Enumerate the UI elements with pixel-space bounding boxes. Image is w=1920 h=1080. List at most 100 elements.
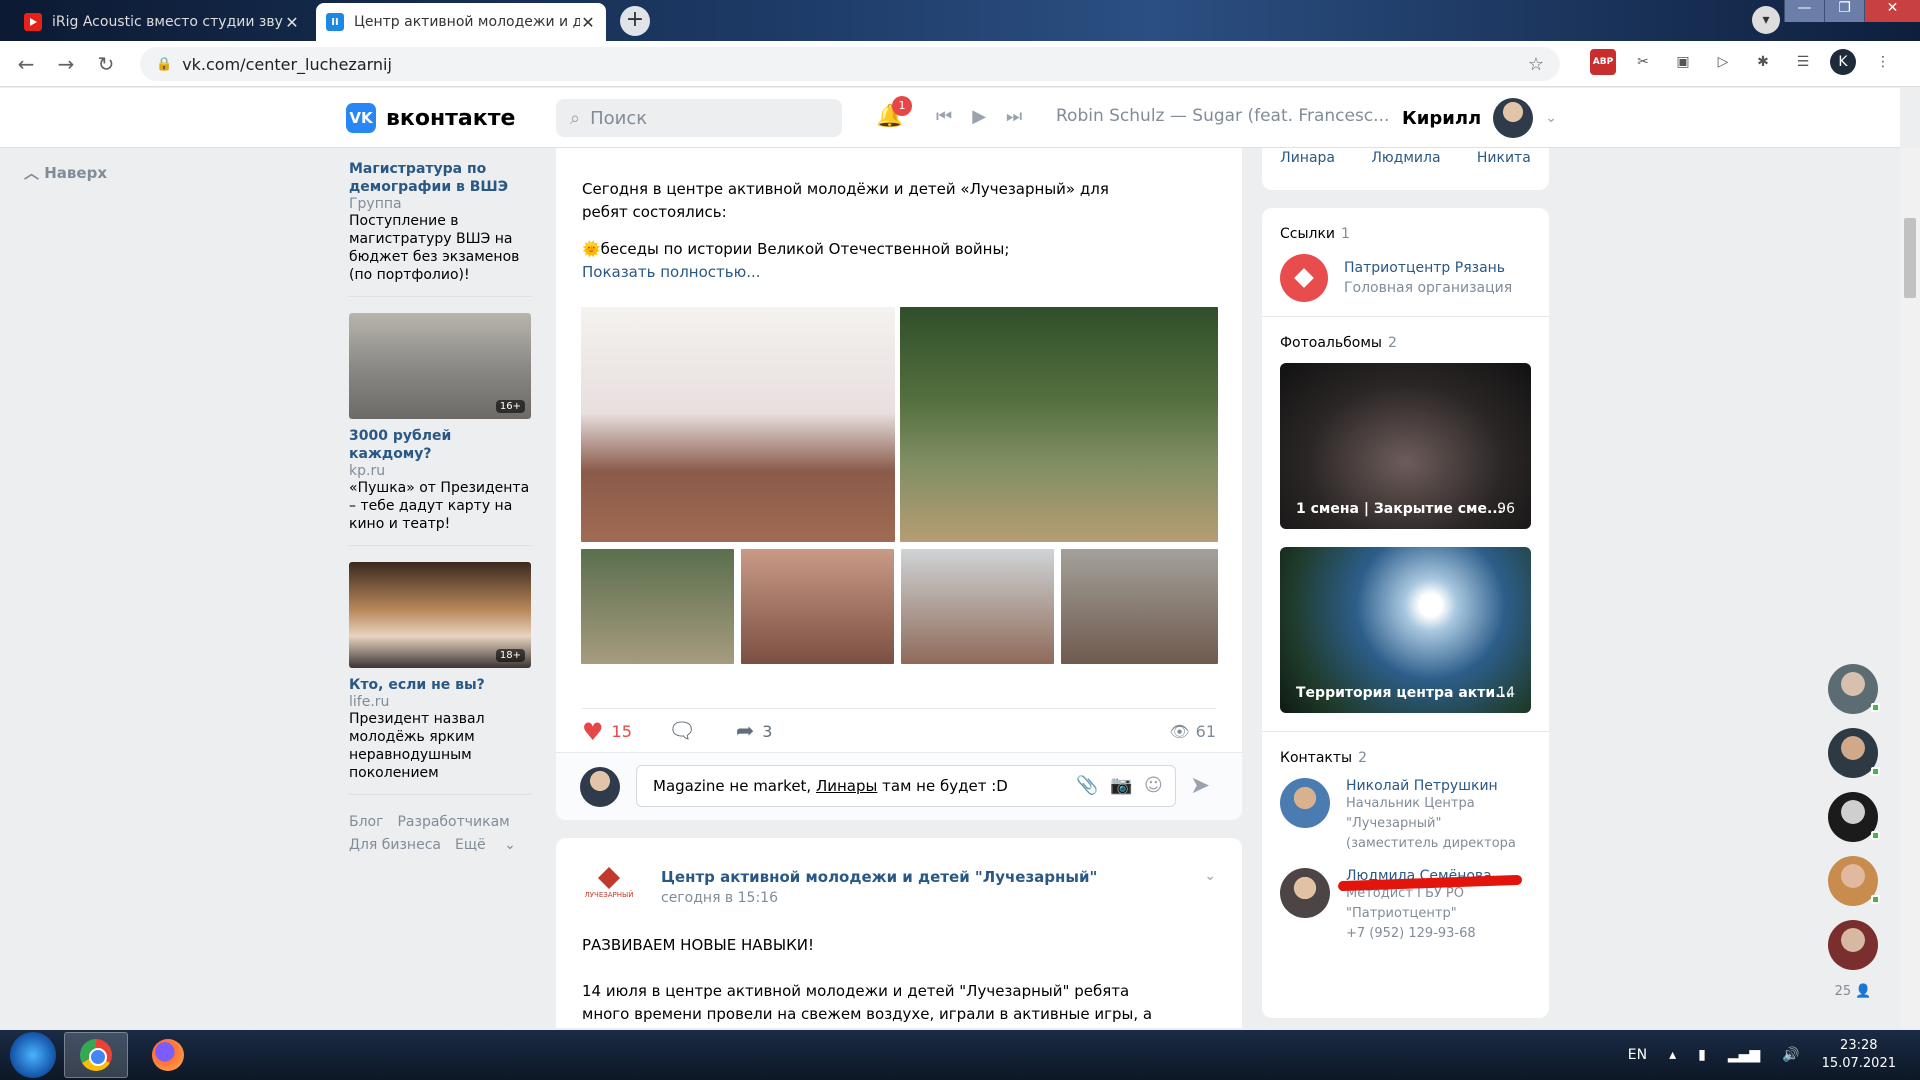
footer-link-dev[interactable]: Разработчикам	[397, 814, 509, 830]
chevron-down-icon[interactable]: ▾	[1752, 6, 1780, 34]
reload-button[interactable]: ↻	[86, 52, 126, 76]
post-author[interactable]: Центр активной молодежи и детей "Лучезар…	[661, 868, 1097, 886]
shares-count[interactable]: 3	[762, 722, 772, 741]
comment-icon[interactable]: 🗨	[668, 719, 696, 744]
current-track[interactable]: Robin Schulz — Sugar (feat. Francesc...	[1056, 106, 1389, 126]
ad-item[interactable]: 18+ Кто, если не вы? life.ru Президент н…	[349, 562, 531, 795]
member-name[interactable]: Линара	[1280, 150, 1335, 166]
language-indicator[interactable]: EN	[1628, 1047, 1647, 1063]
share-icon[interactable]: ➦	[736, 719, 754, 744]
contact-item[interactable]: Людмила Семёнова Методист ГБУ РО "Патрио…	[1262, 860, 1549, 950]
footer-link-blog[interactable]: Блог	[349, 814, 383, 830]
play-extension-icon[interactable]: ▷	[1710, 49, 1736, 75]
ad-title[interactable]: Магистратура по демографии в ВШЭ	[349, 160, 531, 196]
post-photo[interactable]	[901, 549, 1054, 664]
extension-icon[interactable]: ✂	[1630, 49, 1656, 75]
ad-title[interactable]: 3000 рублей каждому?	[349, 427, 531, 463]
friend-avatar[interactable]	[1828, 664, 1880, 714]
footer-link-more[interactable]: Ещё ⌄	[455, 837, 516, 853]
post-photo[interactable]	[741, 549, 894, 664]
likes-count[interactable]: 15	[612, 722, 632, 741]
contacts-header[interactable]: Контакты 2	[1262, 732, 1549, 766]
avatar[interactable]	[1280, 778, 1330, 828]
photo-album[interactable]: 1 смена | Закрытие сме... 96	[1280, 363, 1531, 529]
member-name[interactable]: Никита	[1477, 150, 1531, 166]
ad-item[interactable]: 16+ 3000 рублей каждому? kp.ru «Пушка» о…	[349, 313, 531, 546]
youtube-icon	[24, 13, 42, 31]
back-button[interactable]: ←	[6, 52, 46, 76]
close-window-button[interactable]: ✕	[1864, 0, 1920, 22]
avatar[interactable]	[1280, 868, 1330, 918]
emoji-icon[interactable]: ☺	[1144, 775, 1163, 796]
reading-list-icon[interactable]: ☰	[1790, 49, 1816, 75]
ad-image[interactable]: 16+	[349, 313, 531, 419]
footer-link-business[interactable]: Для бизнеса	[349, 837, 441, 853]
friend-avatar[interactable]	[1828, 728, 1880, 778]
tab-youtube[interactable]: iRig Acoustic вместо студии звукозаписи …	[14, 3, 310, 41]
maximize-button[interactable]: ❐	[1824, 0, 1864, 22]
adblock-icon[interactable]: ABP	[1590, 49, 1616, 75]
taskbar-firefox[interactable]	[136, 1032, 200, 1078]
next-track-icon[interactable]: ⏭	[1006, 106, 1022, 127]
show-more-link[interactable]: Показать полностью...	[582, 261, 1216, 284]
ad-title[interactable]: Кто, если не вы?	[349, 676, 531, 694]
links-header[interactable]: Ссылки 1	[1262, 208, 1549, 242]
menu-icon[interactable]: ⋮	[1870, 49, 1896, 75]
link-item[interactable]: Патриотцентр Рязань Головная организация	[1262, 242, 1549, 316]
post-photo[interactable]	[1061, 549, 1218, 664]
ad-image[interactable]: 18+	[349, 562, 531, 668]
lock-icon[interactable]: 🔒	[156, 57, 172, 72]
link-name[interactable]: Патриотцентр Рязань	[1344, 260, 1512, 276]
new-tab-button[interactable]: +	[620, 6, 650, 36]
play-icon[interactable]: ▶	[972, 106, 986, 127]
contact-item[interactable]: Николай Петрушкин Начальник Центра "Луче…	[1262, 766, 1549, 860]
url-text[interactable]: vk.com/center_luchezarnij	[182, 55, 392, 74]
volume-icon[interactable]: 🔊	[1782, 1047, 1799, 1063]
pdf-extension-icon[interactable]: ▣	[1670, 49, 1696, 75]
battery-icon[interactable]: ▮	[1698, 1047, 1706, 1063]
friend-avatar[interactable]	[1828, 920, 1878, 970]
friend-avatar[interactable]	[1828, 856, 1880, 906]
friend-avatar[interactable]	[1828, 792, 1880, 842]
profile-avatar[interactable]: K	[1830, 49, 1856, 75]
user-menu[interactable]: Кирилл ⌄	[1402, 98, 1557, 138]
post-photo[interactable]	[900, 307, 1218, 542]
contact-name[interactable]: Николай Петрушкин	[1346, 778, 1516, 794]
post-text-line: Сегодня в центре активной молодёжи и дет…	[582, 180, 1109, 221]
address-bar[interactable]: 🔒 vk.com/center_luchezarnij ☆	[140, 47, 1560, 81]
post-photo[interactable]	[581, 307, 895, 542]
taskbar-chrome[interactable]	[64, 1032, 128, 1078]
close-icon[interactable]: ✕	[580, 13, 596, 32]
notifications-bell-icon[interactable]: 🔔 1	[876, 96, 912, 129]
tray-expand-icon[interactable]: ▴	[1669, 1047, 1676, 1063]
clock[interactable]: 23:28 15.07.2021	[1822, 1037, 1896, 1073]
post-photo[interactable]	[581, 549, 734, 664]
photo-album[interactable]: Территория центра акти... 14	[1280, 547, 1531, 713]
previous-track-icon[interactable]: ⏮	[936, 106, 952, 127]
group-logo[interactable]: ЛУЧЕЗАРНЫЙ	[584, 858, 634, 908]
page-scrollbar[interactable]	[1900, 148, 1920, 1028]
vk-logo[interactable]: VK вконтакте	[346, 103, 515, 133]
chevron-down-icon[interactable]: ⌄	[1204, 868, 1216, 884]
search-input[interactable]: ⌕ Поиск	[556, 99, 842, 137]
send-icon[interactable]: ➤	[1190, 771, 1210, 799]
camera-icon[interactable]: 📷	[1110, 775, 1132, 796]
forward-button[interactable]: →	[46, 52, 86, 76]
bookmark-star-icon[interactable]: ☆	[1528, 54, 1544, 75]
close-icon[interactable]: ✕	[284, 13, 300, 32]
heart-icon[interactable]: ♥	[582, 718, 604, 746]
minimize-button[interactable]: —	[1784, 0, 1824, 22]
friends-online-count[interactable]: 25 👤	[1835, 984, 1872, 999]
albums-header[interactable]: Фотоальбомы 2	[1262, 317, 1549, 351]
ad-item[interactable]: Магистратура по демографии в ВШЭ Группа …	[349, 148, 531, 297]
signal-icon[interactable]: ▂▄▆	[1728, 1047, 1760, 1063]
post-time[interactable]: сегодня в 15:16	[661, 890, 778, 906]
tab-title: iRig Acoustic вместо студии звукозаписи	[52, 14, 284, 30]
scroll-up-button[interactable]: ︿ Наверх	[24, 162, 107, 183]
member-name[interactable]: Людмила	[1371, 150, 1440, 166]
start-button[interactable]	[10, 1032, 56, 1078]
puzzle-icon[interactable]: ✱	[1750, 49, 1776, 75]
scrollbar-thumb[interactable]	[1904, 218, 1916, 298]
tab-vk[interactable]: II Центр активной молодежи и детей ✕	[316, 3, 606, 41]
paperclip-icon[interactable]: 📎	[1076, 775, 1098, 796]
